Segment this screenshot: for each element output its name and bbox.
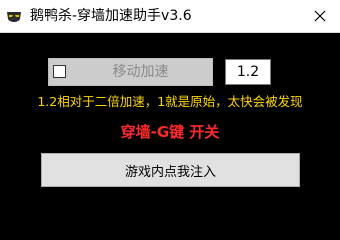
speed-toggle-label: 移动加速 bbox=[112, 64, 169, 80]
close-icon bbox=[314, 10, 326, 22]
mask-icon bbox=[6, 9, 22, 23]
wallhack-hotkey-text: 穿墙-G键 开关 bbox=[120, 123, 220, 141]
window-title: 鹅鸭杀-穿墙加速助手v3.6 bbox=[30, 8, 192, 24]
speed-hint-text: 1.2相对于二倍加速，1就是原始，太快会被发现 bbox=[37, 94, 303, 109]
close-button[interactable] bbox=[300, 0, 340, 32]
inject-button[interactable]: 游戏内点我注入 bbox=[41, 153, 300, 187]
speed-toggle[interactable]: 移动加速 bbox=[48, 58, 213, 86]
app-window: 鹅鸭杀-穿墙加速助手v3.6 移动加速 1.2相对于二倍加速，1就是原始，太快会… bbox=[0, 0, 340, 203]
title-bar[interactable]: 鹅鸭杀-穿墙加速助手v3.6 bbox=[0, 0, 340, 33]
speed-multiplier-input[interactable] bbox=[225, 59, 271, 85]
speed-checkbox[interactable] bbox=[53, 65, 66, 78]
